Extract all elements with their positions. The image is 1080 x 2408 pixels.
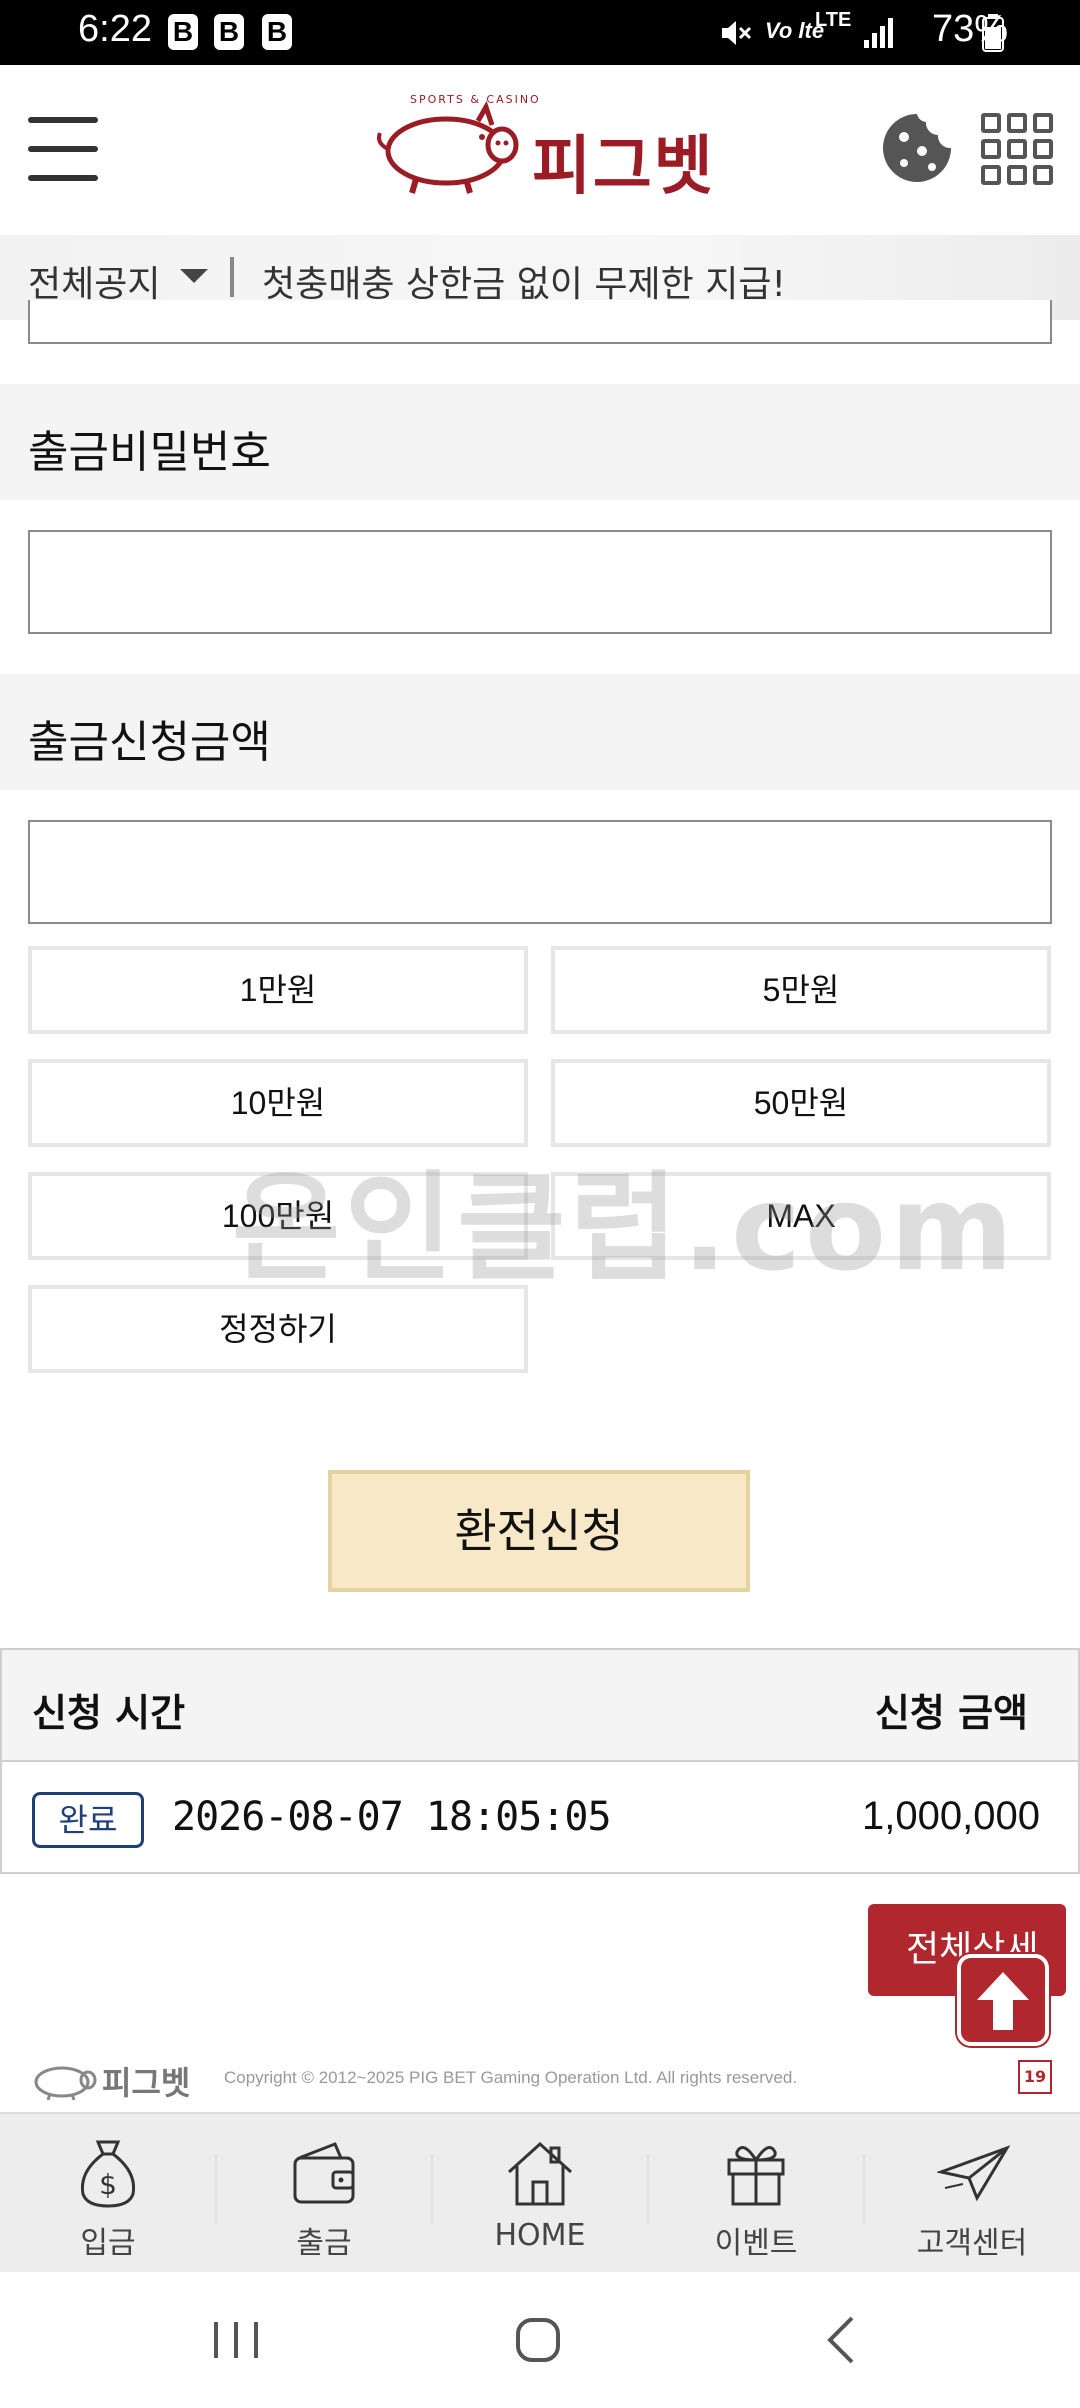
menu-icon <box>28 117 98 123</box>
notification-b-icon: B <box>214 14 244 50</box>
system-navigation-bar <box>0 2272 1080 2408</box>
nav-deposit[interactable]: $ 입금 <box>0 2114 216 2274</box>
nav-event[interactable]: 이벤트 <box>648 2114 864 2274</box>
age-restriction-badge: 19 <box>1018 2060 1052 2094</box>
house-icon <box>507 2141 573 2206</box>
logo-subtitle: SPORTS & CASINO <box>410 93 541 106</box>
notification-b-icon: B <box>168 14 198 50</box>
nav-withdraw-label: 출금 <box>296 2226 352 2261</box>
password-label: 출금비밀번호 <box>28 427 271 478</box>
nav-home[interactable]: HOME <box>432 2114 648 2274</box>
menu-icon-bar <box>28 175 98 181</box>
nav-event-label: 이벤트 <box>714 2226 798 2261</box>
withdraw-password-input[interactable] <box>28 530 1052 634</box>
footer-pig-logo-icon <box>34 2066 97 2100</box>
site-footer: 피그벳 Copyright © 2012~2025 PIG BET Gaming… <box>0 2040 1080 2110</box>
arrow-up-icon <box>977 1972 1029 2030</box>
footer-logo-text: 피그벳 <box>102 2064 191 2102</box>
network-type: LTE <box>815 9 852 31</box>
nav-deposit-label: 입금 <box>80 2226 136 2261</box>
cookie-icon[interactable] <box>880 111 954 185</box>
app-header: SPORTS & CASINO 피그벳 <box>0 65 1080 235</box>
status-time: 6:22 <box>78 8 152 50</box>
paper-plane-icon <box>937 2145 1011 2202</box>
chevron-down-icon[interactable] <box>180 269 208 283</box>
nav-withdraw[interactable]: 출금 <box>216 2114 432 2274</box>
apps-grid-icon[interactable] <box>981 113 1053 185</box>
notification-b-icon: B <box>262 14 292 50</box>
copyright-text: Copyright © 2012~2025 PIG BET Gaming Ope… <box>224 2068 798 2087</box>
menu-button[interactable] <box>0 65 120 235</box>
svg-text:$: $ <box>99 2168 117 2201</box>
logo-text: 피그벳 <box>532 130 715 204</box>
back-icon[interactable] <box>822 2314 858 2366</box>
battery-icon <box>982 14 1004 52</box>
pig-logo-icon <box>377 100 519 194</box>
withdraw-history-table: 신청 시간 신청 금액 완료 2026-08-07 18:05:05 1,000… <box>0 1648 1080 1874</box>
amount-50k-button[interactable]: 5만원 <box>551 946 1051 1034</box>
status-bar: 6:22 B B B Vo lte LTE 73% <box>0 0 1080 65</box>
money-bag-icon: $ <box>80 2140 136 2208</box>
withdraw-amount-input[interactable] <box>28 820 1052 924</box>
mute-icon <box>722 21 752 45</box>
bottom-navigation: $ 입금 출금 HOME 이벤트 고객센터 <box>0 2112 1080 2272</box>
nav-support-label: 고객센터 <box>916 2226 1028 2261</box>
col-time-header: 신청 시간 <box>32 1691 186 1735</box>
request-amount: 1,000,000 <box>862 1794 1040 1838</box>
nav-support[interactable]: 고객센터 <box>864 2114 1080 2274</box>
watermark: 온인클럽.com <box>232 1159 1018 1297</box>
submit-withdraw-button[interactable]: 환전신청 <box>328 1470 750 1592</box>
previous-field-input[interactable] <box>28 300 1052 344</box>
signal-icon <box>864 18 893 48</box>
password-section-header: 출금비밀번호 <box>0 384 1080 500</box>
menu-icon-bar <box>28 146 98 152</box>
amount-label: 출금신청금액 <box>28 717 271 768</box>
nav-home-label: HOME <box>494 2218 586 2253</box>
notice-divider <box>230 257 234 297</box>
amount-10k-button[interactable]: 1만원 <box>28 946 528 1034</box>
col-amount-header: 신청 금액 <box>874 1691 1028 1735</box>
gift-icon <box>727 2146 785 2206</box>
request-time: 2026-08-07 18:05:05 <box>172 1794 612 1840</box>
table-header: 신청 시간 신청 금액 <box>2 1650 1078 1762</box>
wallet-icon <box>293 2142 355 2204</box>
scroll-to-top-button[interactable] <box>957 1954 1049 2046</box>
recent-apps-icon[interactable] <box>210 2318 262 2362</box>
home-icon[interactable] <box>514 2316 562 2364</box>
status-badge: 완료 <box>32 1792 144 1848</box>
amount-section-header: 출금신청금액 <box>0 674 1080 790</box>
